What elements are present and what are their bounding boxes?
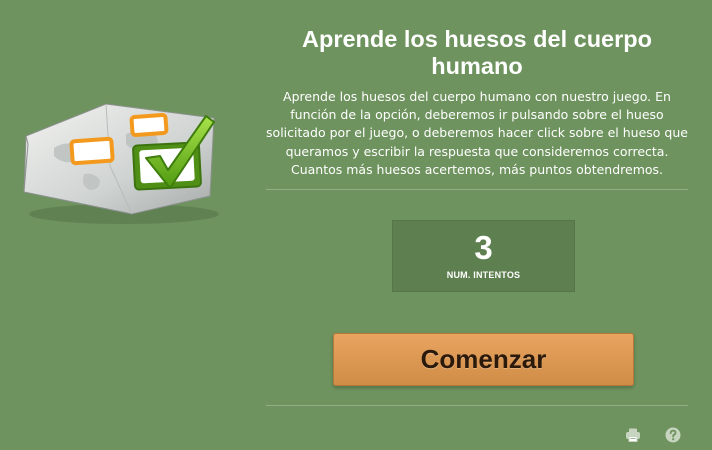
attempts-counter: 3 NUM. INTENTOS (392, 220, 575, 292)
attempts-value: 3 (474, 229, 493, 266)
game-description: Aprende los huesos del cuerpo humano con… (266, 89, 688, 177)
attempts-label: NUM. INTENTOS (446, 270, 521, 280)
game-start-screen: { "game": { "title": "Aprende los huesos… (0, 0, 712, 450)
help-icon[interactable] (665, 427, 681, 443)
print-icon[interactable] (625, 427, 641, 443)
game-title: Aprende los huesos del cuerpo humano (302, 26, 652, 79)
intro-panel: Aprende los huesos del cuerpo humano Apr… (266, 0, 688, 450)
divider (266, 405, 688, 406)
map-quiz-checkmark-icon (23, 103, 219, 224)
start-button[interactable]: Comenzar (333, 333, 634, 386)
divider (266, 189, 688, 190)
